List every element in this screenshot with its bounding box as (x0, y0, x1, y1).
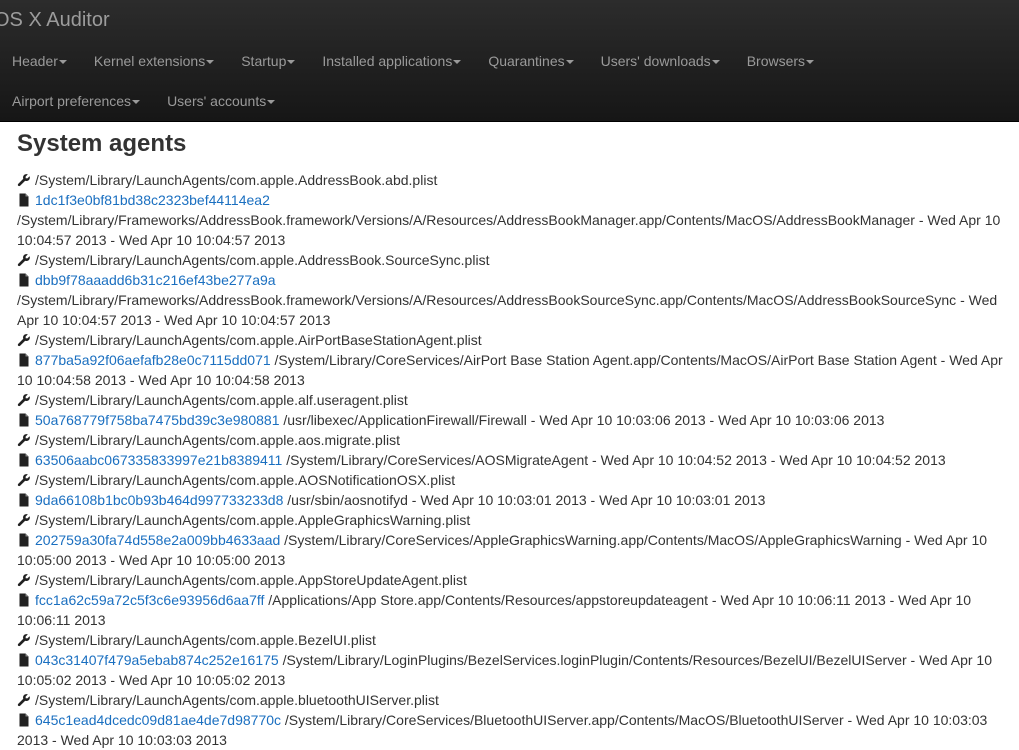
wrench-icon (17, 392, 31, 407)
caret-down-icon (711, 59, 720, 64)
plist-path: /System/Library/LaunchAgents/com.apple.b… (35, 692, 439, 708)
wrench-icon (17, 692, 31, 707)
wrench-icon (17, 512, 31, 527)
agent-binary-line: fcc1a62c59a72c5f3c6e93956d6aa7ff /Applic… (17, 590, 1007, 630)
agent-binary-line: 50a768779f758ba7475bd39c3e980881 /usr/li… (17, 410, 1007, 430)
nav-browsers[interactable]: Browsers (735, 41, 829, 81)
plist-path: /System/Library/LaunchAgents/com.apple.A… (35, 572, 467, 588)
plist-path: /System/Library/LaunchAgents/com.apple.A… (35, 332, 482, 348)
nav-startup[interactable]: Startup (229, 41, 310, 81)
file-icon (17, 452, 31, 467)
top-navbar: OS X Auditor Header Kernel extensions St… (0, 0, 1019, 122)
main-content: System agents /System/Library/LaunchAgen… (17, 122, 1007, 750)
md5-hash-link[interactable]: 645c1ead4dcedc09d81ae4de7d98770c (35, 712, 281, 728)
plist-path: /System/Library/LaunchAgents/com.apple.B… (35, 632, 376, 648)
md5-hash-link[interactable]: 043c31407f479a5ebab874c252e16175 (35, 652, 279, 668)
app-brand[interactable]: OS X Auditor (0, 9, 110, 32)
plist-path: /System/Library/LaunchAgents/com.apple.A… (35, 512, 471, 528)
nav-airport-preferences[interactable]: Airport preferences (0, 81, 155, 121)
file-icon (17, 272, 31, 287)
agent-plist-line: /System/Library/LaunchAgents/com.apple.A… (17, 510, 1007, 530)
file-icon (17, 352, 31, 367)
agent-binary-line: 9da66108b1bc0b93b464d997733233d8 /usr/sb… (17, 490, 1007, 510)
wrench-icon (17, 572, 31, 587)
md5-hash-link[interactable]: 202759a30fa74d558e2a009bb4633aad (35, 532, 280, 548)
md5-hash-link[interactable]: 1dc1f3e0bf81bd38c2323bef44114ea2 (35, 192, 270, 208)
agent-plist-line: /System/Library/LaunchAgents/com.apple.a… (17, 430, 1007, 450)
plist-path: /System/Library/LaunchAgents/com.apple.A… (35, 472, 456, 488)
agent-binary-line: dbb9f78aaadd6b31c216ef43be277a9a /System… (17, 270, 1007, 330)
nav-kernel-extensions[interactable]: Kernel extensions (82, 41, 229, 81)
binary-detail: /usr/sbin/aosnotifyd - Wed Apr 10 10:03:… (287, 492, 766, 508)
binary-detail: /usr/libexec/ApplicationFirewall/Firewal… (283, 412, 885, 428)
file-icon (17, 492, 31, 507)
caret-down-icon (206, 59, 215, 64)
md5-hash-link[interactable]: dbb9f78aaadd6b31c216ef43be277a9a (35, 272, 276, 288)
agent-binary-line: 877ba5a92f06aefafb28e0c7115dd071 /System… (17, 350, 1007, 390)
agent-plist-line: /System/Library/LaunchAgents/com.apple.A… (17, 170, 1007, 190)
binary-detail: /System/Library/Frameworks/AddressBook.f… (17, 292, 998, 328)
binary-detail: /System/Library/Frameworks/AddressBook.f… (17, 212, 1001, 248)
agent-plist-line: /System/Library/LaunchAgents/com.apple.A… (17, 330, 1007, 350)
md5-hash-link[interactable]: 9da66108b1bc0b93b464d997733233d8 (35, 492, 283, 508)
nav-quarantines[interactable]: Quarantines (476, 41, 588, 81)
md5-hash-link[interactable]: 50a768779f758ba7475bd39c3e980881 (35, 412, 279, 428)
wrench-icon (17, 252, 31, 267)
agent-binary-line: 043c31407f479a5ebab874c252e16175 /System… (17, 650, 1007, 690)
agent-binary-line: 1dc1f3e0bf81bd38c2323bef44114ea2 /System… (17, 190, 1007, 250)
plist-path: /System/Library/LaunchAgents/com.apple.a… (35, 392, 408, 408)
nav-users-downloads[interactable]: Users' downloads (589, 41, 735, 81)
nav-users-accounts[interactable]: Users' accounts (155, 81, 290, 121)
agent-plist-line: /System/Library/LaunchAgents/com.apple.A… (17, 250, 1007, 270)
file-icon (17, 712, 31, 727)
wrench-icon (17, 432, 31, 447)
plist-path: /System/Library/LaunchAgents/com.apple.A… (35, 172, 438, 188)
caret-down-icon (58, 59, 67, 64)
file-icon (17, 652, 31, 667)
nav-row-primary: Header Kernel extensions Startup Install… (0, 41, 829, 81)
wrench-icon (17, 472, 31, 487)
agent-binary-line: 63506aabc067335833997e21b8389411 /System… (17, 450, 1007, 470)
agent-binary-line: 645c1ead4dcedc09d81ae4de7d98770c /System… (17, 710, 1007, 750)
caret-down-icon (806, 59, 815, 64)
caret-down-icon (565, 59, 574, 64)
agent-plist-line: /System/Library/LaunchAgents/com.apple.B… (17, 630, 1007, 650)
file-icon (17, 592, 31, 607)
nav-row-secondary: Airport preferences Users' accounts (0, 81, 290, 121)
agent-list: /System/Library/LaunchAgents/com.apple.A… (17, 170, 1007, 750)
caret-down-icon (267, 99, 276, 104)
agent-plist-line: /System/Library/LaunchAgents/com.apple.b… (17, 690, 1007, 710)
section-title: System agents (17, 130, 187, 157)
nav-installed-applications[interactable]: Installed applications (310, 41, 476, 81)
file-icon (17, 412, 31, 427)
agent-plist-line: /System/Library/LaunchAgents/com.apple.A… (17, 470, 1007, 490)
plist-path: /System/Library/LaunchAgents/com.apple.A… (35, 252, 490, 268)
md5-hash-link[interactable]: 877ba5a92f06aefafb28e0c7115dd071 (35, 352, 271, 368)
file-icon (17, 532, 31, 547)
caret-down-icon (287, 59, 296, 64)
md5-hash-link[interactable]: fcc1a62c59a72c5f3c6e93956d6aa7ff (35, 592, 264, 608)
binary-detail: /System/Library/CoreServices/AOSMigrateA… (286, 452, 946, 468)
md5-hash-link[interactable]: 63506aabc067335833997e21b8389411 (35, 452, 282, 468)
agent-plist-line: /System/Library/LaunchAgents/com.apple.A… (17, 570, 1007, 590)
caret-down-icon (453, 59, 462, 64)
wrench-icon (17, 632, 31, 647)
file-icon (17, 192, 31, 207)
nav-header[interactable]: Header (0, 41, 82, 81)
agent-binary-line: 202759a30fa74d558e2a009bb4633aad /System… (17, 530, 1007, 570)
agent-plist-line: /System/Library/LaunchAgents/com.apple.a… (17, 390, 1007, 410)
wrench-icon (17, 172, 31, 187)
wrench-icon (17, 332, 31, 347)
plist-path: /System/Library/LaunchAgents/com.apple.a… (35, 432, 400, 448)
caret-down-icon (132, 99, 141, 104)
